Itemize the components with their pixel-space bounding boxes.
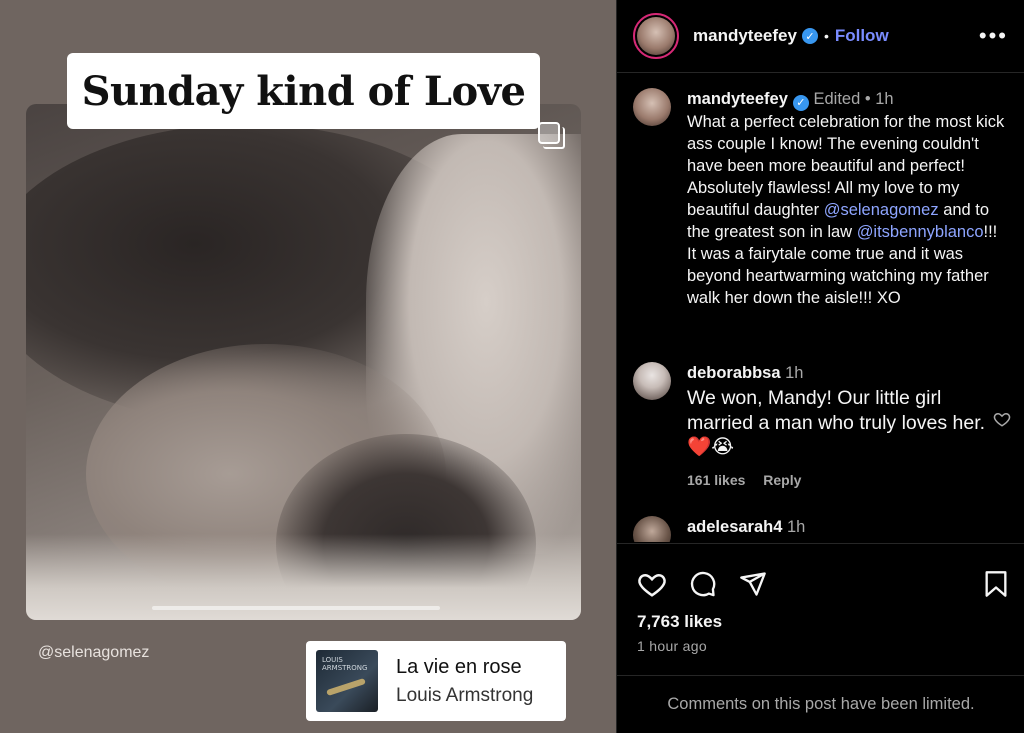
trumpet-graphic	[326, 677, 366, 697]
comment-row: deborabbsa 1h We won, Mandy! Our little …	[617, 362, 1024, 488]
follow-button[interactable]: Follow	[835, 26, 889, 46]
separator-dot: •	[864, 90, 871, 108]
song-artist: Louis Armstrong	[396, 684, 534, 706]
comment-likes[interactable]: 161 likes	[687, 472, 745, 488]
caption-text: mandyteefey ✓ Edited • 1h What a perfect …	[687, 88, 1007, 309]
commenter-username[interactable]: deborabbsa	[687, 364, 781, 382]
comment-text: We won, Mandy! Our little girl married a…	[687, 387, 986, 458]
comment-time: 1h	[787, 518, 806, 536]
album-art-text: ARMSTRONG	[322, 664, 368, 672]
mention-link[interactable]: @selenagomez	[824, 201, 939, 219]
reply-button[interactable]: Reply	[763, 472, 801, 488]
mention-tag[interactable]: @selenagomez	[38, 644, 149, 662]
commenter-avatar[interactable]	[633, 516, 671, 542]
post-actions: 7,763 likes 1 hour ago	[617, 543, 1024, 654]
multi-photo-icon	[538, 122, 565, 149]
more-options-icon[interactable]: •••	[979, 23, 1008, 49]
author-username[interactable]: mandyteefey	[693, 26, 797, 46]
author-avatar[interactable]	[633, 13, 679, 59]
share-icon[interactable]	[739, 570, 767, 598]
verified-badge-icon: ✓	[792, 95, 809, 111]
verified-badge-icon: ✓	[801, 28, 818, 44]
title-sticker-text: Sunday kind of Love	[81, 67, 526, 115]
comment-time: 1h	[785, 364, 804, 382]
post-header: mandyteefey ✓ • Follow •••	[617, 0, 1024, 73]
caption-row: mandyteefey ✓ Edited • 1h What a perfect …	[617, 88, 1024, 309]
song-title: La vie en rose	[396, 655, 522, 678]
comment-icon[interactable]	[689, 570, 717, 598]
comment-like-heart-icon[interactable]	[993, 410, 1011, 433]
album-art: LOUIS ARMSTRONG	[316, 650, 378, 712]
edited-label: Edited	[813, 90, 861, 108]
likes-count[interactable]: 7,763 likes	[617, 612, 1024, 632]
caption-time: 1h	[875, 90, 894, 108]
album-art-text: LOUIS	[322, 656, 343, 664]
post-side-panel: mandyteefey ✓ • Follow ••• mandyteefey ✓ …	[616, 0, 1024, 733]
caption-username[interactable]: mandyteefey	[687, 90, 788, 108]
bookmark-icon[interactable]	[983, 570, 1009, 598]
post-photo	[26, 104, 581, 620]
commenter-avatar[interactable]	[633, 362, 671, 400]
separator-dot: •	[823, 28, 829, 44]
post-media[interactable]: Sunday kind of Love @selenagomez LOUIS A…	[0, 0, 616, 733]
comment-row: adelesarah4 1h	[617, 516, 1024, 542]
comments-list[interactable]: mandyteefey ✓ Edited • 1h What a perfect …	[617, 74, 1024, 542]
story-progress-bar	[152, 606, 440, 610]
music-sticker[interactable]: LOUIS ARMSTRONG La vie en rose Louis Arm…	[306, 641, 566, 721]
commenter-username[interactable]: adelesarah4	[687, 518, 782, 536]
title-sticker: Sunday kind of Love	[67, 53, 540, 129]
heart-icon[interactable]	[637, 570, 667, 598]
caption-avatar[interactable]	[633, 88, 671, 126]
comments-limited-notice: Comments on this post have been limited.	[617, 675, 1024, 733]
post-time[interactable]: 1 hour ago	[617, 638, 1024, 654]
mention-link[interactable]: @itsbennyblanco	[857, 223, 984, 241]
